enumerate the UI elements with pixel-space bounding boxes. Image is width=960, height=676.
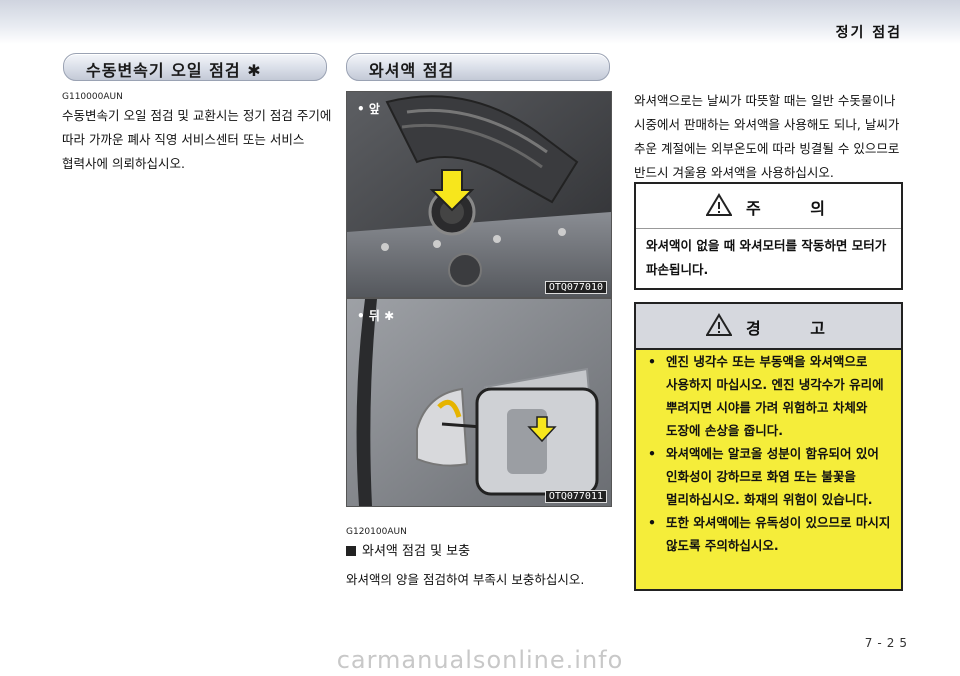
section-code: G110000AUN: [62, 92, 123, 102]
engine-bay-illustration: [347, 92, 611, 297]
manual-transmission-text: 수동변속기 오일 점검 및 교환시는 정기 점검 주기에 따라 가까운 폐사 직…: [62, 108, 332, 171]
warning-item: 또한 와셔액에는 유독성이 있으므로 마시지 않도록 주의하십시오.: [644, 511, 892, 557]
caution-text: 와셔액이 없을 때 와셔모터를 작동하면 모터가 파손됩니다.: [646, 238, 887, 277]
warning-title: 경 고: [746, 319, 848, 338]
warning-box: 경 고 엔진 냉각수 또는 부동액을 와셔액으로 사용하지 마십시오. 엔진 냉…: [634, 302, 903, 591]
photo2-code: OTQ077011: [544, 490, 607, 503]
front-washer-photo: • 앞 OTQ077010: [346, 91, 612, 298]
washer-subheading-text: 와셔액 점검 및 보충: [362, 544, 471, 559]
manual-transmission-heading: 수동변속기 오일 점검 ✱: [63, 53, 327, 81]
warning-icon: [706, 313, 732, 336]
photo1-code: OTQ077010: [544, 281, 607, 294]
square-bullet-icon: [346, 546, 356, 556]
warning-list: 엔진 냉각수 또는 부동액을 와셔액으로 사용하지 마십시오. 엔진 냉각수가 …: [644, 350, 892, 557]
warning-item: 와셔액에는 알코올 성분이 함유되어 있어 인화성이 강하므로 화염 또는 불꽃…: [644, 442, 892, 511]
washer-fluid-title: 와셔액 점검: [369, 61, 455, 80]
washer-subheading: 와셔액 점검 및 보충: [346, 540, 470, 559]
washer-check-text: 와셔액의 양을 점검하여 부족시 보충하십시오.: [346, 572, 585, 587]
watermark: carmanualsonline.info: [336, 646, 624, 674]
header-band: [0, 0, 960, 44]
warning-item: 엔진 냉각수 또는 부동액을 와셔액으로 사용하지 마십시오. 엔진 냉각수가 …: [644, 350, 892, 442]
caution-title: 주 의: [746, 199, 848, 218]
rear-panel-illustration: [347, 299, 611, 506]
front-tag: • 앞: [357, 102, 380, 116]
caution-icon: [706, 193, 732, 216]
manual-transmission-title: 수동변속기 오일 점검 ✱: [86, 61, 262, 80]
washer-code: G120100AUN: [346, 527, 407, 537]
section-label: 정기 점검: [835, 25, 902, 41]
warning-header: 경 고: [636, 304, 901, 350]
washer-fluid-description: 와셔액으로는 날씨가 따뜻할 때는 일반 수돗물이나 시중에서 판매하는 와셔액…: [634, 93, 900, 180]
warning-body: 엔진 냉각수 또는 부동액을 와셔액으로 사용하지 마십시오. 엔진 냉각수가 …: [636, 350, 901, 589]
rear-tag: • 뒤 ✱: [357, 309, 395, 323]
caution-header: 주 의: [636, 184, 901, 229]
caution-box: 주 의 와셔액이 없을 때 와셔모터를 작동하면 모터가 파손됩니다.: [634, 182, 903, 290]
washer-fluid-heading: 와셔액 점검: [346, 53, 610, 81]
rear-washer-photo: • 뒤 ✱ OTQ077011: [346, 298, 612, 507]
